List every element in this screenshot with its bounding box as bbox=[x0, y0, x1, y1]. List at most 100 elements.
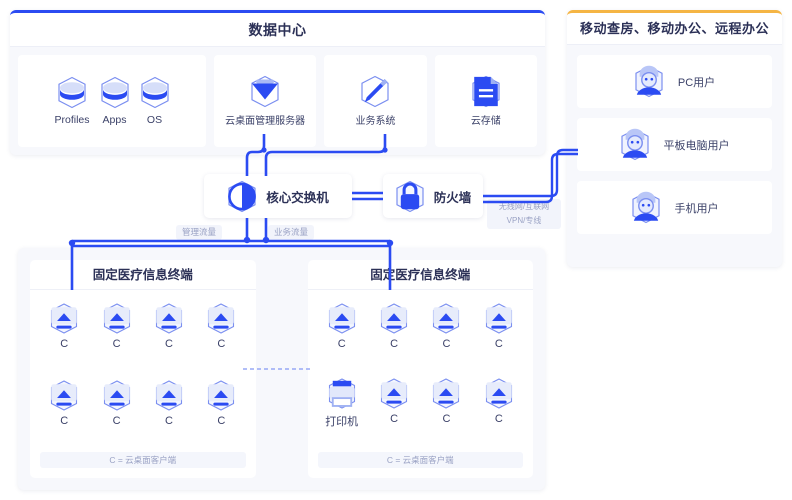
terminal-node-label: C bbox=[494, 413, 503, 425]
dc-item-label: 云存储 bbox=[470, 116, 501, 127]
business-traffic-tag: 业务流量 bbox=[268, 225, 315, 240]
firewall-label: 防火墙 bbox=[433, 190, 472, 205]
terminal-node-grid: C C bbox=[30, 290, 256, 450]
thin-client-monitor-icon bbox=[484, 377, 514, 410]
user-avatar-icon bbox=[620, 128, 650, 161]
mobile-row-tablet-user[interactable]: 平板电脑用户 bbox=[577, 118, 772, 171]
terminal-node[interactable]: C bbox=[484, 302, 514, 367]
terminal-group: 固定医疗信息终端 C bbox=[307, 260, 534, 478]
printer-node[interactable]: 打印机 bbox=[325, 377, 358, 446]
thin-client-monitor-icon bbox=[484, 302, 514, 335]
mobile-row-pc-user[interactable]: PC用户 bbox=[577, 55, 772, 108]
dc-item-profiles[interactable]: Profiles bbox=[54, 76, 90, 126]
terminal-group: 固定医疗信息终端 C bbox=[30, 260, 256, 478]
terminal-node[interactable]: C bbox=[206, 302, 236, 369]
terminal-node[interactable]: C bbox=[379, 302, 409, 367]
terminal-legend: C = 云桌面客户端 bbox=[40, 452, 246, 468]
terminal-node-label: C bbox=[442, 338, 451, 350]
terminal-node-label: C bbox=[337, 338, 346, 350]
dc-item-label: Apps bbox=[102, 114, 127, 126]
dc-item-os[interactable]: OS bbox=[140, 76, 170, 126]
mobile-row-label: PC用户 bbox=[677, 76, 716, 89]
dc-item-apps[interactable]: Apps bbox=[100, 76, 130, 126]
terminal-node[interactable]: C bbox=[49, 379, 79, 446]
wan-link-line-2: VPN/专线 bbox=[506, 216, 542, 225]
printer-icon bbox=[327, 377, 357, 410]
cloud-desktop-server-icon bbox=[250, 75, 280, 108]
user-avatar-icon bbox=[631, 191, 661, 224]
terminal-legend: C = 云桌面客户端 bbox=[317, 452, 523, 468]
thin-client-monitor-icon bbox=[102, 302, 132, 335]
thin-client-monitor-icon bbox=[327, 302, 357, 335]
terminal-node[interactable]: C bbox=[102, 302, 132, 369]
terminal-node-label: C bbox=[112, 415, 121, 427]
terminal-node-label: C bbox=[390, 413, 399, 425]
terminal-groups: 固定医疗信息终端 C C C C C C C C C = 云桌面客户端 固定医疗… bbox=[30, 260, 533, 478]
database-disc-icon bbox=[57, 76, 87, 109]
terminal-node-label: C bbox=[217, 338, 226, 350]
thin-client-monitor-icon bbox=[154, 379, 184, 412]
terminal-node-label: C bbox=[164, 415, 173, 427]
terminal-node[interactable]: C bbox=[327, 302, 357, 367]
printer-label: 打印机 bbox=[325, 416, 359, 428]
database-disc-icon bbox=[140, 76, 170, 109]
terminal-node[interactable]: C bbox=[484, 377, 514, 446]
terminal-node-label: C bbox=[494, 338, 503, 350]
dc-card-cloud-storage[interactable]: 云存储 bbox=[434, 55, 537, 147]
wan-link-line-1: 无线网/互联网 bbox=[498, 202, 550, 211]
database-disc-icon bbox=[100, 76, 130, 109]
cloud-storage-doc-icon bbox=[471, 75, 501, 108]
terminal-node[interactable]: C bbox=[49, 302, 79, 369]
terminal-node[interactable]: C bbox=[431, 377, 461, 446]
thin-client-monitor-icon bbox=[49, 379, 79, 412]
firewall-lock-icon bbox=[395, 180, 425, 213]
core-switch-node[interactable]: 核心交换机 bbox=[204, 174, 352, 218]
mobile-row-phone-user[interactable]: 手机用户 bbox=[577, 181, 772, 234]
mobile-user-list: PC用户 平板电脑用户 手机用户 bbox=[567, 45, 782, 244]
user-avatar-icon bbox=[634, 65, 664, 98]
terminal-node-label: C bbox=[164, 338, 173, 350]
thin-client-monitor-icon bbox=[379, 377, 409, 410]
terminal-node[interactable]: C bbox=[379, 377, 409, 446]
thin-client-monitor-icon bbox=[431, 377, 461, 410]
dc-item-label: Profiles bbox=[54, 114, 90, 126]
terminal-node-label: C bbox=[390, 338, 399, 350]
thin-client-monitor-icon bbox=[102, 379, 132, 412]
terminal-node-label: C bbox=[442, 413, 451, 425]
terminal-group-title: 固定医疗信息终端 bbox=[307, 260, 533, 290]
thin-client-monitor-icon bbox=[206, 379, 236, 412]
terminal-node-label: C bbox=[60, 415, 69, 427]
data-center-cards: Profiles Apps OS 云桌面管理服务器 业务系统 云存储 bbox=[10, 47, 545, 155]
wan-link-tag: 无线网/互联网 VPN/专线 bbox=[487, 199, 561, 229]
terminal-group-title: 固定医疗信息终端 bbox=[30, 260, 256, 290]
terminal-node[interactable]: C bbox=[206, 379, 236, 446]
dc-item-label: 云桌面管理服务器 bbox=[225, 116, 306, 127]
terminal-node[interactable]: C bbox=[154, 302, 184, 369]
terminal-node[interactable]: C bbox=[431, 302, 461, 367]
thin-client-monitor-icon bbox=[206, 302, 236, 335]
dc-item-label: OS bbox=[146, 114, 163, 126]
mobile-row-label: 平板电脑用户 bbox=[663, 139, 730, 152]
business-system-icon bbox=[360, 75, 390, 108]
thin-client-monitor-icon bbox=[49, 302, 79, 335]
dc-item-label: 业务系统 bbox=[355, 116, 396, 127]
thin-client-monitor-icon bbox=[431, 302, 461, 335]
core-switch-icon bbox=[227, 180, 257, 213]
terminal-node-label: C bbox=[217, 415, 226, 427]
dc-card-cloud-desktop-server[interactable]: 云桌面管理服务器 bbox=[214, 55, 317, 147]
core-switch-label: 核心交换机 bbox=[266, 190, 329, 205]
data-center-title: 数据中心 bbox=[10, 13, 545, 47]
terminal-node[interactable]: C bbox=[154, 379, 184, 446]
mobile-row-label: 手机用户 bbox=[674, 202, 719, 215]
data-center-panel: 数据中心 Profiles Apps OS 云桌面管理服务器 业务系统 云存储 bbox=[10, 10, 545, 155]
terminal-node-label: C bbox=[112, 338, 121, 350]
terminals-panel: 固定医疗信息终端 C C C C C C C C C = 云桌面客户端 固定医疗… bbox=[18, 248, 545, 490]
dc-card-core-assets[interactable]: Profiles Apps OS bbox=[18, 55, 206, 147]
mobile-office-title: 移动查房、移动办公、远程办公 bbox=[567, 13, 782, 45]
dc-card-business-system[interactable]: 业务系统 bbox=[324, 55, 427, 147]
diagram-canvas: 数据中心 Profiles Apps OS 云桌面管理服务器 业务系统 云存储 … bbox=[0, 0, 792, 500]
firewall-node[interactable]: 防火墙 bbox=[383, 174, 483, 218]
terminal-node-grid: C C bbox=[308, 290, 534, 450]
terminal-node[interactable]: C bbox=[102, 379, 132, 446]
thin-client-monitor-icon bbox=[379, 302, 409, 335]
